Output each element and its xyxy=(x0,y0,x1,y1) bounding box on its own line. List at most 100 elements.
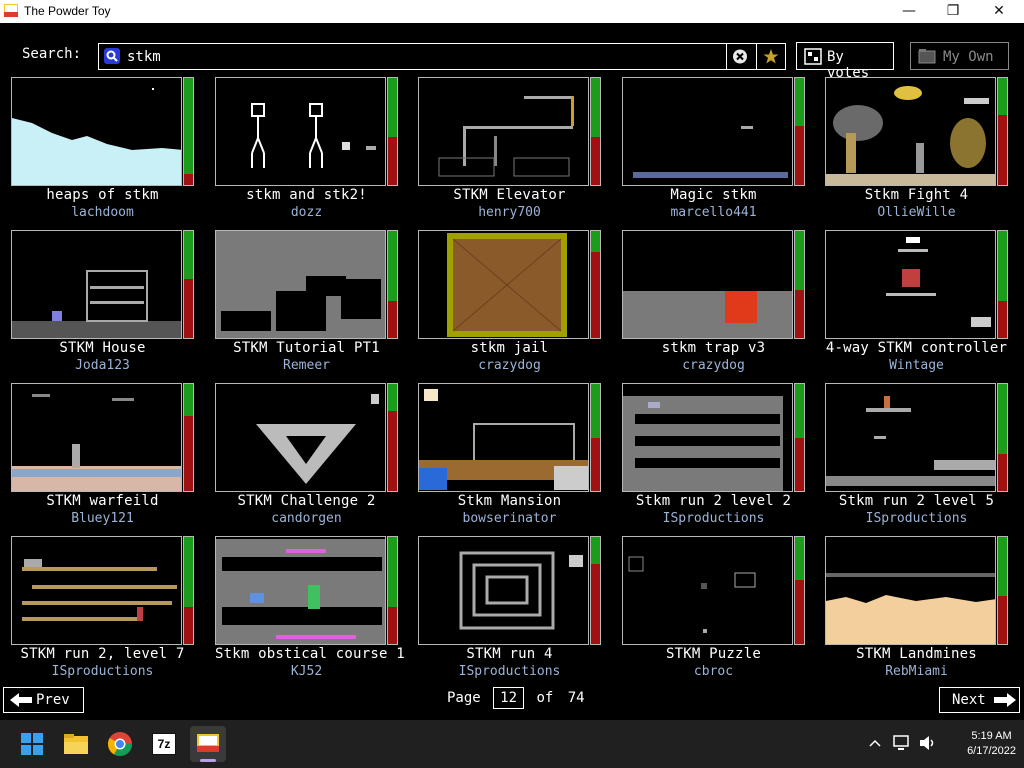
save-author[interactable]: ISproductions xyxy=(825,511,1008,526)
save-item[interactable]: STKM Tutorial PT1 Remeer xyxy=(215,230,402,373)
save-thumbnail[interactable] xyxy=(215,230,386,339)
taskbar-7zip[interactable]: 7z xyxy=(146,726,182,762)
next-page-button[interactable]: Next xyxy=(939,687,1020,713)
save-thumbnail[interactable] xyxy=(418,383,589,492)
save-author[interactable]: crazydog xyxy=(622,358,805,373)
save-item[interactable]: Stkm Mansion bowserinator xyxy=(418,383,605,526)
save-thumbnail[interactable] xyxy=(622,230,793,339)
save-item[interactable]: 4-way STKM controller Wintage xyxy=(825,230,1012,373)
save-item[interactable]: STKM run 2, level 7 ISproductions xyxy=(11,536,198,679)
volume-icon[interactable] xyxy=(918,734,938,752)
save-title[interactable]: STKM run 4 xyxy=(418,646,601,662)
chevron-up-icon[interactable] xyxy=(868,736,882,750)
save-item[interactable]: Magic stkm marcello441 xyxy=(622,77,809,220)
taskbar-file-explorer[interactable] xyxy=(58,726,94,762)
save-author[interactable]: KJ52 xyxy=(215,664,398,679)
save-author[interactable]: ISproductions xyxy=(622,511,805,526)
save-author[interactable]: Joda123 xyxy=(11,358,194,373)
save-thumbnail[interactable] xyxy=(11,230,182,339)
close-button[interactable]: ✕ xyxy=(976,0,1022,23)
save-item[interactable]: STKM Puzzle cbroc xyxy=(622,536,809,679)
save-thumbnail[interactable] xyxy=(418,77,589,186)
save-thumbnail[interactable] xyxy=(215,536,386,645)
taskbar-chrome[interactable] xyxy=(102,726,138,762)
save-item[interactable]: Stkm Fight 4 OllieWille xyxy=(825,77,1012,220)
my-own-button[interactable]: My Own xyxy=(910,42,1009,70)
save-title[interactable]: STKM Elevator xyxy=(418,187,601,203)
save-title[interactable]: STKM House xyxy=(11,340,194,356)
save-title[interactable]: stkm jail xyxy=(418,340,601,356)
save-item[interactable]: STKM run 4 ISproductions xyxy=(418,536,605,679)
taskbar-powder-toy[interactable] xyxy=(190,726,226,762)
save-thumbnail[interactable] xyxy=(418,230,589,339)
save-thumbnail[interactable] xyxy=(215,383,386,492)
save-thumbnail[interactable] xyxy=(825,383,996,492)
save-title[interactable]: Stkm run 2 level 2 xyxy=(622,493,805,509)
save-title[interactable]: Magic stkm xyxy=(622,187,805,203)
save-author[interactable]: Wintage xyxy=(825,358,1008,373)
save-item[interactable]: Stkm obstical course 1 KJ52 xyxy=(215,536,405,679)
clock[interactable]: 5:19 AM 6/17/2022 xyxy=(967,729,1016,759)
save-author[interactable]: Remeer xyxy=(215,358,398,373)
save-thumbnail[interactable] xyxy=(215,77,386,186)
save-author[interactable]: marcello441 xyxy=(622,205,805,220)
save-item[interactable]: STKM House Joda123 xyxy=(11,230,198,373)
save-thumbnail[interactable] xyxy=(622,77,793,186)
save-item[interactable]: STKM Challenge 2 candorgen xyxy=(215,383,402,526)
save-title[interactable]: 4-way STKM controller xyxy=(825,340,1008,356)
favourites-button[interactable] xyxy=(756,44,785,69)
save-item[interactable]: heaps of stkm lachdoom xyxy=(11,77,198,220)
save-item[interactable]: STKM Landmines RebMiami xyxy=(825,536,1012,679)
save-author[interactable]: cbroc xyxy=(622,664,805,679)
save-title[interactable]: Stkm run 2 level 5 xyxy=(825,493,1008,509)
save-item[interactable]: stkm trap v3 crazydog xyxy=(622,230,809,373)
save-author[interactable]: OllieWille xyxy=(825,205,1008,220)
save-title[interactable]: STKM Landmines xyxy=(825,646,1008,662)
save-author[interactable]: Bluey121 xyxy=(11,511,194,526)
save-author[interactable]: dozz xyxy=(215,205,398,220)
save-author[interactable]: ISproductions xyxy=(11,664,194,679)
save-author[interactable]: RebMiami xyxy=(825,664,1008,679)
page-number-input[interactable]: 12 xyxy=(493,687,525,709)
save-thumbnail[interactable] xyxy=(11,536,182,645)
save-item[interactable]: stkm jail crazydog xyxy=(418,230,605,373)
save-author[interactable]: bowserinator xyxy=(418,511,601,526)
save-title[interactable]: STKM Tutorial PT1 xyxy=(215,340,398,356)
start-button[interactable] xyxy=(14,726,50,762)
clear-search-button[interactable] xyxy=(726,44,753,69)
save-title[interactable]: heaps of stkm xyxy=(11,187,194,203)
save-author[interactable]: henry700 xyxy=(418,205,601,220)
save-item[interactable]: Stkm run 2 level 5 ISproductions xyxy=(825,383,1012,526)
save-thumbnail[interactable] xyxy=(11,77,182,186)
save-title[interactable]: STKM warfeild xyxy=(11,493,194,509)
save-thumbnail[interactable] xyxy=(825,230,996,339)
prev-page-button[interactable]: Prev xyxy=(3,687,84,713)
save-title[interactable]: Stkm Mansion xyxy=(418,493,601,509)
search-input[interactable]: stkm xyxy=(98,43,786,70)
minimize-button[interactable]: — xyxy=(886,0,932,23)
save-author[interactable]: crazydog xyxy=(418,358,601,373)
save-item[interactable]: STKM warfeild Bluey121 xyxy=(11,383,198,526)
save-title[interactable]: STKM run 2, level 7 xyxy=(11,646,194,662)
save-item[interactable]: Stkm run 2 level 2 ISproductions xyxy=(622,383,809,526)
maximize-button[interactable]: ❐ xyxy=(930,0,976,23)
save-title[interactable]: Stkm obstical course 1 xyxy=(215,646,405,662)
save-title[interactable]: Stkm Fight 4 xyxy=(825,187,1008,203)
sort-by-votes-button[interactable]: By votes xyxy=(796,42,894,81)
save-thumbnail[interactable] xyxy=(622,383,793,492)
save-author[interactable]: ISproductions xyxy=(418,664,601,679)
save-thumbnail[interactable] xyxy=(622,536,793,645)
save-author[interactable]: lachdoom xyxy=(11,205,194,220)
save-thumbnail[interactable] xyxy=(825,536,996,645)
save-thumbnail[interactable] xyxy=(11,383,182,492)
save-title[interactable]: STKM Puzzle xyxy=(622,646,805,662)
save-title[interactable]: stkm trap v3 xyxy=(622,340,805,356)
save-title[interactable]: stkm and stk2! xyxy=(215,187,398,203)
save-author[interactable]: candorgen xyxy=(215,511,398,526)
save-title[interactable]: STKM Challenge 2 xyxy=(215,493,398,509)
network-icon[interactable] xyxy=(892,734,912,752)
save-item[interactable]: STKM Elevator henry700 xyxy=(418,77,605,220)
save-thumbnail[interactable] xyxy=(418,536,589,645)
save-thumbnail[interactable] xyxy=(825,77,996,186)
save-item[interactable]: stkm and stk2! dozz xyxy=(215,77,402,220)
